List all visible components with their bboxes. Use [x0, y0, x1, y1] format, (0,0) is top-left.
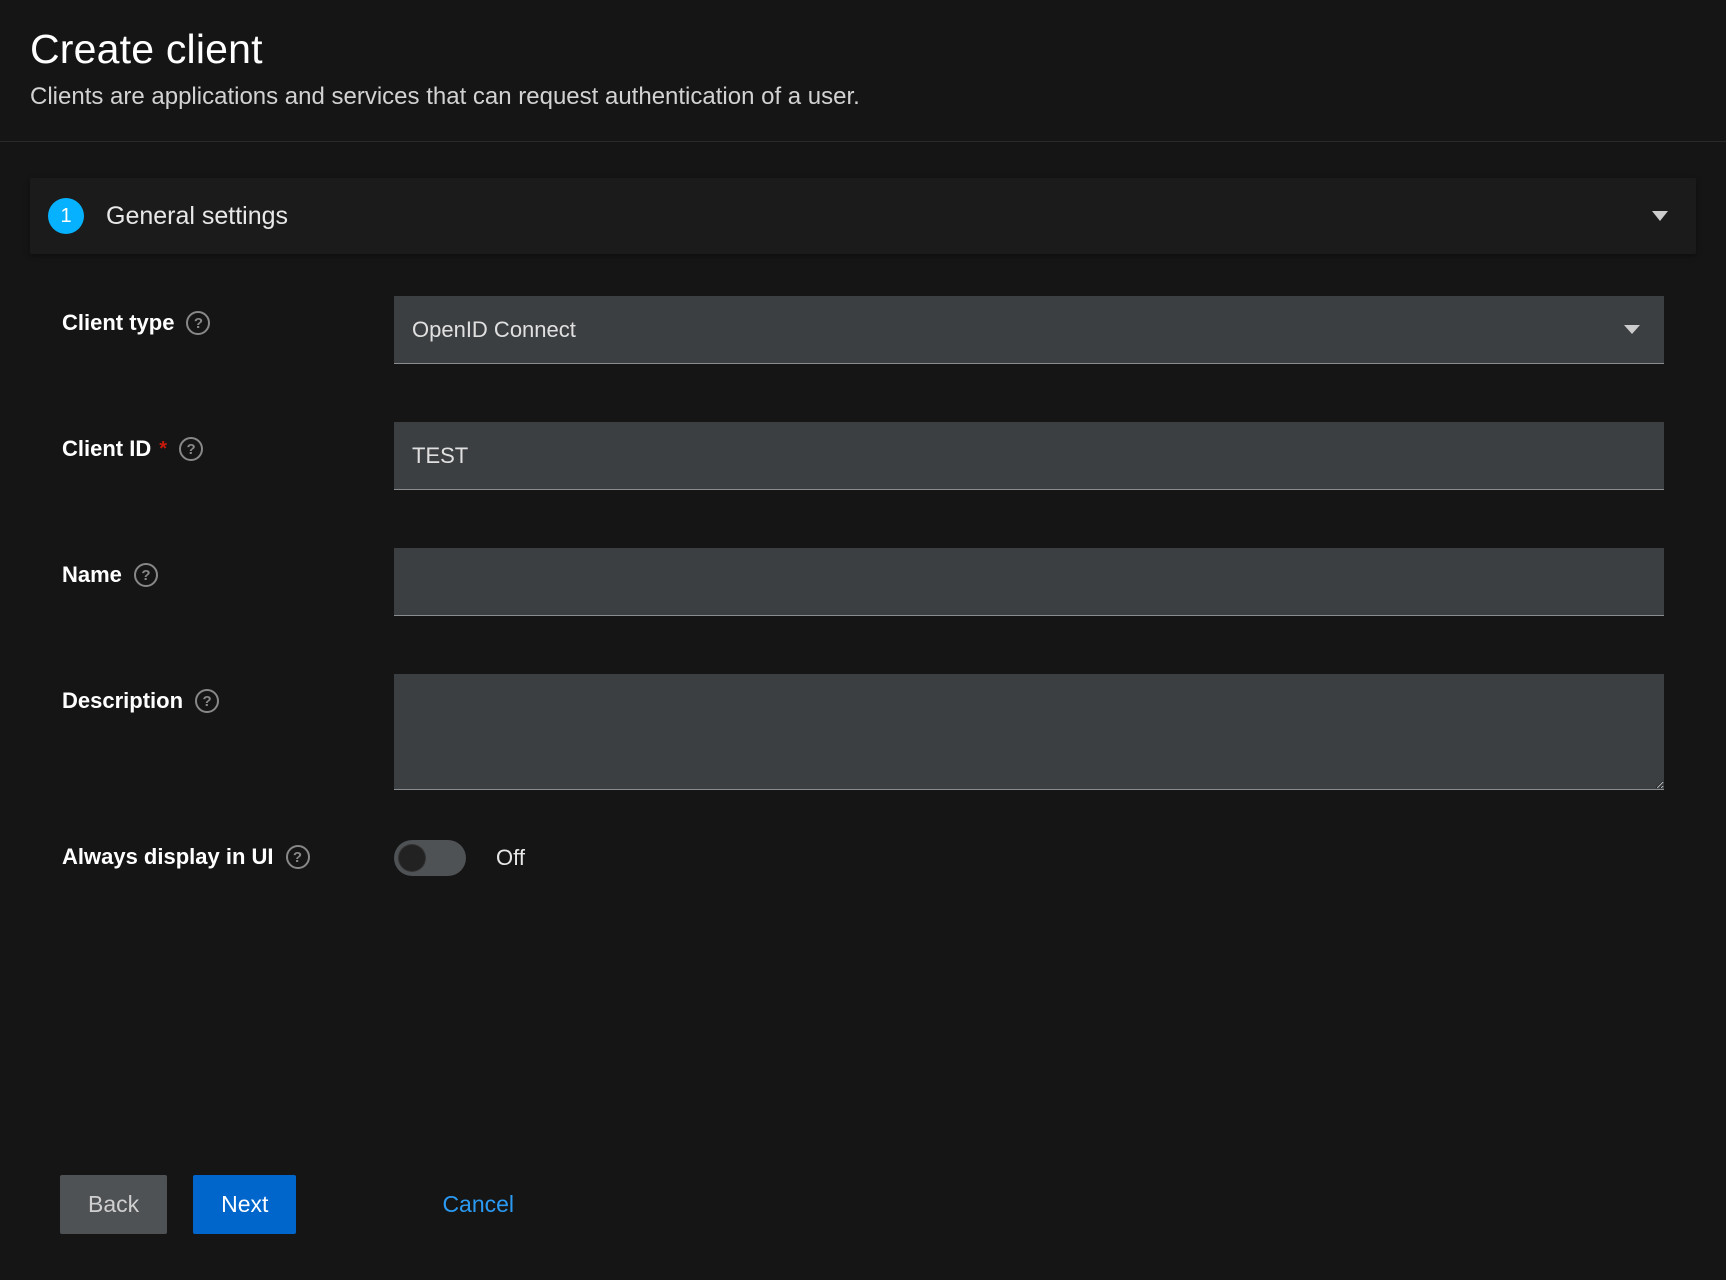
label-description: Description ? — [62, 674, 394, 714]
field-name — [394, 548, 1664, 616]
help-icon[interactable]: ? — [195, 689, 219, 713]
label-text-client-id: Client ID — [62, 436, 151, 462]
page-title: Create client — [30, 26, 1696, 73]
field-description — [394, 674, 1664, 796]
row-client-id: Client ID * ? — [62, 422, 1696, 490]
name-input[interactable] — [394, 548, 1664, 616]
row-always-display: Always display in UI ? Off — [62, 840, 1696, 876]
wizard-footer: Back Next Cancel — [60, 1175, 524, 1234]
chevron-down-icon[interactable] — [1652, 211, 1668, 221]
label-text-client-type: Client type — [62, 310, 174, 336]
required-asterisk: * — [159, 438, 167, 461]
wizard-step-left: 1 General settings — [48, 198, 288, 234]
field-client-id — [394, 422, 1664, 490]
description-textarea[interactable] — [394, 674, 1664, 790]
page-header: Create client Clients are applications a… — [0, 0, 1726, 142]
step-title: General settings — [106, 202, 288, 231]
wizard-step-general-settings[interactable]: 1 General settings — [30, 178, 1696, 254]
next-button[interactable]: Next — [193, 1175, 296, 1234]
cancel-button[interactable]: Cancel — [432, 1175, 524, 1234]
chevron-down-icon — [1624, 325, 1640, 334]
wizard-content: 1 General settings Client type ? OpenID … — [0, 142, 1726, 964]
label-client-id: Client ID * ? — [62, 422, 394, 462]
client-id-input[interactable] — [394, 422, 1664, 490]
field-always-display: Off — [394, 840, 1664, 876]
help-icon[interactable]: ? — [286, 845, 310, 869]
label-name: Name ? — [62, 548, 394, 588]
row-name: Name ? — [62, 548, 1696, 616]
label-always-display: Always display in UI ? — [62, 840, 394, 870]
general-settings-form: Client type ? OpenID Connect Client ID *… — [30, 296, 1696, 876]
row-description: Description ? — [62, 674, 1696, 796]
toggle-knob — [398, 844, 426, 872]
help-icon[interactable]: ? — [186, 311, 210, 335]
help-icon[interactable]: ? — [134, 563, 158, 587]
label-text-name: Name — [62, 562, 122, 588]
label-text-always-display: Always display in UI — [62, 844, 274, 870]
label-client-type: Client type ? — [62, 296, 394, 336]
back-button[interactable]: Back — [60, 1175, 167, 1234]
label-text-description: Description — [62, 688, 183, 714]
always-display-toggle[interactable] — [394, 840, 466, 876]
client-type-value: OpenID Connect — [412, 317, 576, 343]
toggle-state-label: Off — [496, 845, 525, 871]
row-client-type: Client type ? OpenID Connect — [62, 296, 1696, 364]
page-description: Clients are applications and services th… — [30, 83, 1696, 111]
step-number-badge: 1 — [48, 198, 84, 234]
client-type-select[interactable]: OpenID Connect — [394, 296, 1664, 364]
help-icon[interactable]: ? — [179, 437, 203, 461]
field-client-type: OpenID Connect — [394, 296, 1664, 364]
